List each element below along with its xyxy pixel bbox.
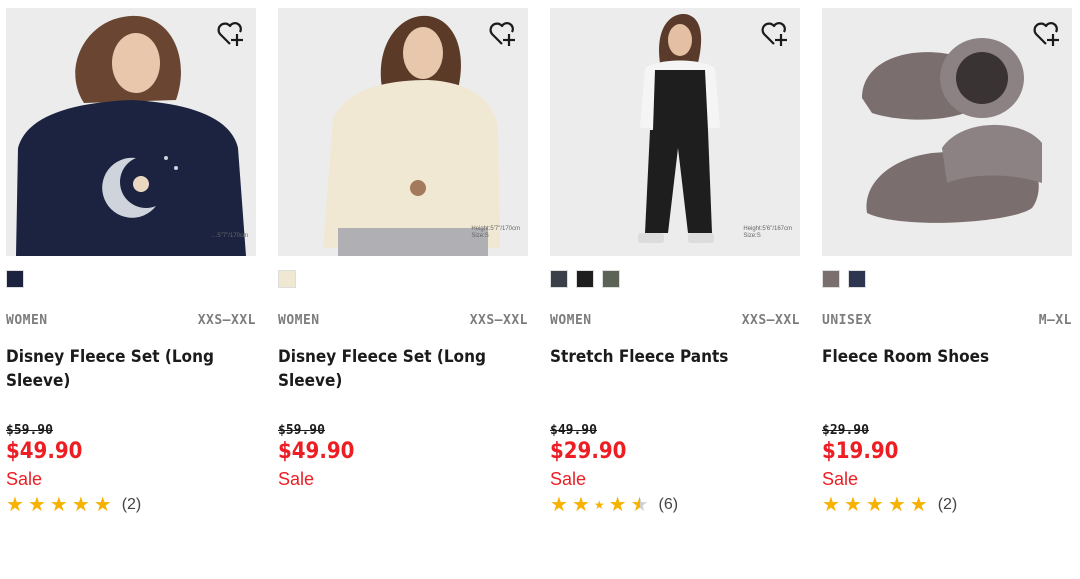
review-count[interactable]: (2) [122, 496, 142, 514]
star-icon: ★ [822, 494, 840, 516]
product-image[interactable]: Height:5'7"/170cm Size:S [278, 8, 528, 256]
sale-price: $49.90 [6, 439, 83, 464]
star-icon: ★ [6, 494, 24, 516]
star-icon: ★ [49, 494, 68, 516]
star-icon: ★ [571, 494, 590, 516]
product-meta: WOMEN XXS–XXL [550, 313, 800, 328]
original-price: $49.90 [550, 423, 597, 438]
star-icon: ★ [887, 494, 906, 516]
color-swatches [6, 270, 256, 290]
sale-price: $49.90 [278, 439, 355, 464]
product-name[interactable]: Stretch Fleece Pants [550, 345, 800, 417]
product-meta: WOMEN XXS–XXL [278, 313, 528, 328]
product-meta: WOMEN XXS–XXL [6, 313, 256, 328]
color-swatch[interactable] [6, 270, 24, 288]
gender-label: WOMEN [278, 313, 320, 328]
star-icon: ★ [909, 494, 928, 516]
half-star-icon: ★ [630, 494, 649, 516]
product-card[interactable]: …5"7"/170cm WOMEN XXS–XXL Disney Fleece … [6, 8, 256, 515]
star-icon: ★ [843, 494, 862, 516]
photo-caption: Height:5'6"/167cm Size:S [743, 226, 792, 239]
wishlist-heart-plus-icon[interactable] [1032, 20, 1062, 48]
star-icon: ★ [865, 494, 884, 516]
star-icon: ★ [608, 494, 627, 516]
original-price: $59.90 [278, 423, 325, 438]
wishlist-heart-plus-icon[interactable] [760, 20, 790, 48]
product-image[interactable]: …5"7"/170cm [6, 8, 256, 256]
star-icon: ★ [71, 494, 90, 516]
gender-label: WOMEN [550, 313, 592, 328]
wishlist-heart-plus-icon[interactable] [216, 20, 246, 48]
size-range: XXS–XXL [469, 313, 528, 328]
color-swatch[interactable] [848, 270, 866, 288]
sale-label: Sale [6, 469, 43, 489]
review-count[interactable]: (6) [659, 496, 679, 514]
color-swatches [278, 270, 528, 290]
wishlist-heart-plus-icon[interactable] [488, 20, 518, 48]
color-swatch[interactable] [822, 270, 840, 288]
color-swatch[interactable] [576, 270, 594, 288]
color-swatches [822, 270, 1072, 290]
color-swatch[interactable] [278, 270, 296, 288]
product-card[interactable]: Height:5'6"/167cm Size:S WOMEN XXS–XXL S… [550, 8, 800, 515]
original-price: $29.90 [822, 423, 869, 438]
star-icon: ★ [27, 494, 46, 516]
product-name[interactable]: Fleece Room Shoes [822, 345, 1072, 417]
star-icon: ★ [550, 494, 568, 516]
gender-label: UNISEX [822, 313, 872, 328]
color-swatch[interactable] [550, 270, 568, 288]
rating: ★ ★ ★ ★ ★ (6) [550, 495, 800, 515]
original-price: $59.90 [6, 423, 53, 438]
sale-price: $19.90 [822, 439, 899, 464]
gender-label: WOMEN [6, 313, 48, 328]
size-range: XXS–XXL [197, 313, 256, 328]
review-count[interactable]: (2) [938, 496, 958, 514]
star-icon: ★ [593, 498, 605, 512]
product-card[interactable]: Height:5'7"/170cm Size:S WOMEN XXS–XXL D… [278, 8, 528, 515]
sale-label: Sale [278, 469, 315, 489]
sale-price: $29.90 [550, 439, 627, 464]
size-range: XXS–XXL [741, 313, 800, 328]
product-meta: UNISEX M–XL [822, 313, 1072, 328]
product-image[interactable] [822, 8, 1072, 256]
product-name[interactable]: Disney Fleece Set (Long Sleeve) [278, 345, 528, 417]
star-icon: ★ [93, 494, 112, 516]
size-range: M–XL [1038, 313, 1072, 328]
rating: ★ ★ ★ ★ ★ (2) [822, 495, 1072, 515]
color-swatch[interactable] [602, 270, 620, 288]
color-swatches [550, 270, 800, 290]
rating: ★ ★ ★ ★ ★ (2) [6, 495, 256, 515]
sale-label: Sale [822, 469, 859, 489]
sale-label: Sale [550, 469, 587, 489]
product-name[interactable]: Disney Fleece Set (Long Sleeve) [6, 345, 256, 417]
photo-caption: Height:5'7"/170cm Size:S [471, 226, 520, 239]
product-card[interactable]: UNISEX M–XL Fleece Room Shoes $29.90 $19… [822, 8, 1072, 515]
photo-caption: …5"7"/170cm [211, 233, 248, 239]
product-grid: …5"7"/170cm WOMEN XXS–XXL Disney Fleece … [6, 8, 1072, 515]
product-image[interactable]: Height:5'6"/167cm Size:S [550, 8, 800, 256]
